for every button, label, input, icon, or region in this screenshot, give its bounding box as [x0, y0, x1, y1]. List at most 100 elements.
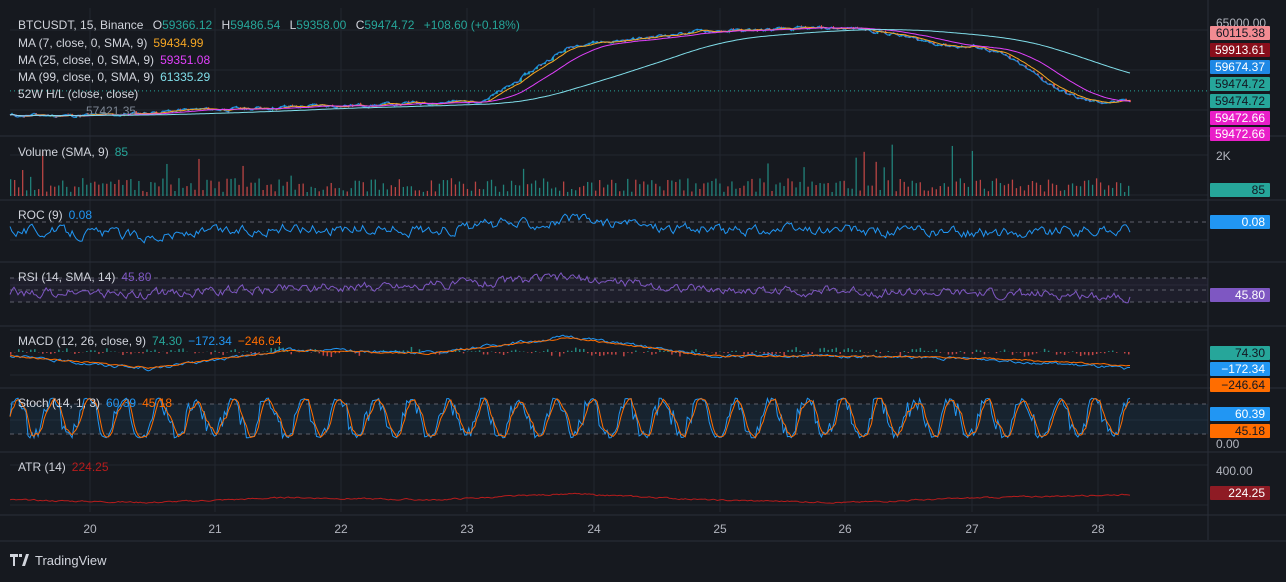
macd-hist-bar: [924, 351, 926, 352]
volume-bar: [162, 179, 163, 196]
volume-bar: [819, 183, 820, 196]
legend-ma25[interactable]: MA (25, close, 0, SMA, 9)59351.08: [18, 53, 210, 67]
volume-bar: [238, 185, 239, 196]
macd-hist-bar: [1088, 352, 1090, 355]
macd-hist-bar: [755, 351, 757, 352]
macd-hist-bar: [984, 352, 986, 354]
macd-hist-bar: [42, 352, 44, 354]
time-label-25: 25: [713, 522, 727, 536]
legend-ma7[interactable]: MA (7, close, 0, SMA, 9)59434.99: [18, 36, 204, 50]
macd-hist-bar: [928, 351, 930, 352]
macd-hist-bar: [182, 348, 184, 352]
legend-roc[interactable]: ROC (9)0.08: [18, 208, 92, 222]
volume-bar: [671, 181, 672, 196]
legend-line-symbol[interactable]: BTCUSDT, 15, Binance O59366.12 H59486.54…: [18, 18, 520, 32]
macd-hist-bar: [503, 352, 505, 355]
tradingview-logo-icon: [10, 554, 30, 566]
macd-hist-bar: [916, 349, 918, 352]
macd-hist-bar: [519, 351, 521, 352]
macd-hist-bar: [1084, 352, 1086, 355]
macd-hist-bar: [1032, 352, 1034, 354]
volume-bar: [587, 182, 588, 196]
legend-atr[interactable]: ATR (14)224.25: [18, 460, 109, 474]
macd-hist-bar: [1068, 352, 1070, 353]
volume-bar: [647, 185, 648, 196]
stoch-badge-1: 45.18: [1235, 424, 1265, 438]
macd-hist-bar: [126, 352, 128, 353]
volume-bar: [791, 181, 792, 196]
macd-hist-bar: [62, 351, 64, 352]
volume-bar: [94, 182, 95, 196]
macd-hist-bar: [1028, 352, 1030, 356]
low-value: 59358.00: [296, 18, 346, 32]
macd-hist-bar: [996, 352, 998, 353]
volume-bar: [984, 189, 985, 196]
volume-bar: [170, 184, 171, 196]
volume-bar: [399, 179, 400, 196]
footer-brand[interactable]: TradingView: [35, 553, 107, 568]
volume-bar: [795, 187, 796, 196]
volume-bar: [691, 191, 692, 196]
volume-bar: [46, 192, 47, 196]
volume-bar: [988, 191, 989, 196]
macd-hist-bar: [795, 347, 797, 352]
volume-bar: [1020, 186, 1021, 196]
macd-hist-bar: [194, 352, 196, 353]
price-badge-1: 59913.61: [1215, 43, 1265, 57]
volume-bar: [880, 190, 881, 196]
macd-hist-bar: [58, 350, 60, 352]
volume-bar: [1036, 183, 1037, 196]
volume-bar: [387, 189, 388, 196]
volume-bar: [1128, 186, 1129, 196]
volume-bar: [827, 183, 828, 196]
volume-bar: [1040, 185, 1041, 196]
volume-bar: [174, 191, 175, 196]
macd-hist-bar: [198, 352, 200, 353]
macd-hist-bar: [799, 351, 801, 352]
volume-bar: [856, 158, 857, 196]
volume-bar: [291, 176, 292, 196]
volume-bar: [823, 184, 824, 196]
macd-hist-bar: [575, 348, 577, 352]
macd-hist-bar: [823, 348, 825, 352]
volume-bar: [126, 180, 127, 196]
legend-52w[interactable]: 52W H/L (close, close): [18, 87, 138, 101]
volume-bar: [527, 184, 528, 196]
volume-bar: [1100, 182, 1101, 196]
volume-bar: [667, 180, 668, 196]
macd-hist-bar: [827, 350, 829, 352]
legend-stoch[interactable]: Stoch (14, 1, 3)60.3945.18: [18, 396, 172, 410]
volume-bar: [455, 184, 456, 196]
legend-rsi[interactable]: RSI (14, SMA, 14)45.80: [18, 270, 152, 284]
volume-axis-tick: 2K: [1216, 149, 1231, 163]
volume-bar: [631, 192, 632, 196]
volume-bar: [1092, 185, 1093, 196]
macd-hist-bar: [1036, 352, 1038, 353]
macd-hist-bar: [1108, 351, 1110, 352]
volume-bar: [323, 190, 324, 196]
macd-hist-bar: [463, 352, 465, 353]
macd-hist-bar: [595, 352, 597, 354]
volume-bar: [735, 189, 736, 196]
macd-hist-bar: [1044, 349, 1046, 352]
legend-ma99[interactable]: MA (99, close, 0, SMA, 9)61335.29: [18, 70, 210, 84]
macd-hist-bar: [26, 352, 28, 353]
volume-bar: [591, 183, 592, 196]
volume-bar: [447, 180, 448, 196]
volume-bar: [331, 183, 332, 196]
volume-bar: [615, 183, 616, 196]
volume-bar: [852, 189, 853, 196]
open-value: 59366.12: [162, 18, 212, 32]
volume-bar: [936, 189, 937, 196]
macd-hist-bar: [214, 351, 216, 352]
volume-bar: [904, 182, 905, 196]
volume-bar: [687, 178, 688, 196]
macd-hist-bar: [587, 352, 589, 353]
volume-bar: [679, 179, 680, 196]
macd-hist-bar: [831, 349, 833, 352]
volume-bar: [1096, 178, 1097, 196]
macd-hist-bar: [94, 351, 96, 352]
volume-bar: [242, 166, 243, 196]
macd-hist-bar: [775, 352, 777, 354]
macd-hist-bar: [323, 352, 325, 356]
